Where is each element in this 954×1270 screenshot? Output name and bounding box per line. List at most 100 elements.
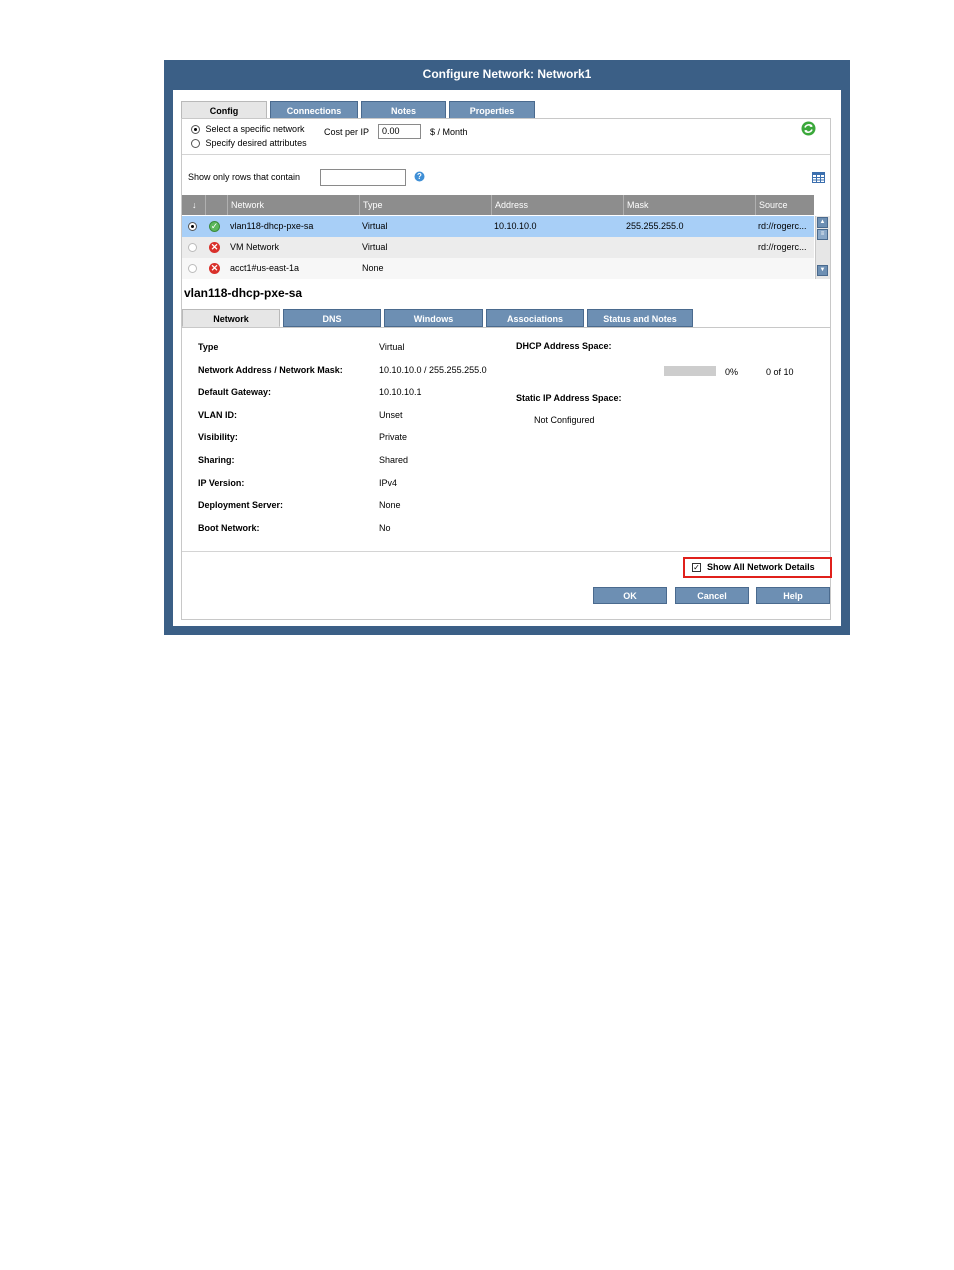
field-label: Type	[198, 342, 219, 352]
col-divider	[755, 195, 756, 215]
table-row[interactable]: ✕ VM Network Virtual rd://rogerc...	[182, 237, 814, 258]
network-grid-header: ↓ Network Type Address Mask Source	[182, 195, 814, 215]
cell-address: 10.10.10.0	[494, 221, 537, 231]
field-value: 10.10.10.1	[379, 387, 422, 397]
config-panel: Select a specific network Specify desire…	[181, 118, 832, 620]
cost-per-ip-input[interactable]: 0.00	[378, 124, 421, 139]
tab-windows[interactable]: Windows	[384, 309, 483, 327]
dhcp-address-space-label: DHCP Address Space:	[516, 341, 612, 351]
dialog-body: Config Connections Notes Properties Sele…	[173, 90, 841, 626]
col-divider	[205, 195, 206, 215]
configure-network-dialog: Configure Network: Network1 Config Conne…	[164, 60, 850, 635]
static-ip-address-space-label: Static IP Address Space:	[516, 393, 622, 403]
col-divider	[491, 195, 492, 215]
cell-network: VM Network	[230, 242, 280, 252]
cell-type: Virtual	[362, 221, 388, 231]
filter-label: Show only rows that contain	[188, 172, 301, 182]
cell-source: rd://rogerc...	[758, 221, 807, 231]
radio-specific-network[interactable]	[191, 125, 200, 135]
show-all-details-checkbox[interactable]: ✓	[692, 563, 701, 572]
cell-type: None	[362, 263, 384, 273]
table-row[interactable]: ✕ acct1#us-east-1a None	[182, 258, 814, 279]
cell-network: acct1#us-east-1a	[230, 263, 300, 273]
status-ok-icon: ✓	[209, 221, 220, 232]
col-divider	[623, 195, 624, 215]
tab-network[interactable]: Network	[182, 309, 280, 327]
cost-per-ip-label: Cost per IP	[324, 127, 370, 137]
field-label: Sharing:	[198, 455, 235, 465]
field-label: IP Version:	[198, 478, 245, 488]
column-chooser-icon[interactable]	[812, 172, 825, 183]
col-source[interactable]: Source	[759, 200, 788, 210]
col-address[interactable]: Address	[495, 200, 528, 210]
field-value: Shared	[379, 455, 409, 465]
dhcp-usage-bar	[664, 366, 716, 376]
field-value: IPv4	[379, 478, 398, 488]
grid-scrollbar[interactable]: ▲ ≡ ▼	[815, 216, 830, 279]
col-divider	[227, 195, 228, 215]
refresh-icon[interactable]	[801, 121, 816, 136]
detail-title: vlan118-dhcp-pxe-sa	[184, 286, 303, 300]
col-mask[interactable]: Mask	[627, 200, 649, 210]
radio-desired-attributes[interactable]	[191, 139, 200, 149]
scroll-up-icon[interactable]: ▲	[817, 217, 828, 228]
dialog-title: Configure Network: Network1	[422, 67, 592, 81]
dhcp-percent: 0%	[725, 367, 739, 377]
detail-tabs: Network DNS Windows Associations Status …	[182, 309, 696, 327]
network-detail-panel: Type Virtual Network Address / Network M…	[182, 327, 830, 552]
field-value: Unset	[379, 410, 403, 420]
tab-notes[interactable]: Notes	[361, 101, 446, 119]
show-all-details-highlight: ✓ Show All Network Details	[683, 557, 832, 578]
cancel-button[interactable]: Cancel	[675, 587, 749, 604]
field-label: Visibility:	[198, 432, 238, 442]
divider	[182, 154, 830, 155]
top-tabs: Config Connections Notes Properties	[181, 101, 538, 119]
tab-associations[interactable]: Associations	[486, 309, 584, 327]
col-divider	[359, 195, 360, 215]
option-attributes-label: Specify desired attributes	[205, 138, 307, 148]
help-icon[interactable]: ?	[414, 171, 425, 182]
tab-properties[interactable]: Properties	[449, 101, 535, 119]
help-button[interactable]: Help	[756, 587, 830, 604]
cell-network: vlan118-dhcp-pxe-sa	[230, 221, 314, 231]
field-label: VLAN ID:	[198, 410, 237, 420]
static-ip-value: Not Configured	[534, 415, 595, 425]
col-network[interactable]: Network	[231, 200, 264, 210]
field-label: Network Address / Network Mask:	[198, 365, 343, 375]
svg-text:?: ?	[417, 172, 422, 181]
tab-dns[interactable]: DNS	[283, 309, 381, 327]
sort-arrow-icon[interactable]: ↓	[192, 200, 197, 210]
dhcp-count: 0 of 10	[766, 367, 794, 377]
filter-input[interactable]	[320, 169, 406, 186]
field-label: Boot Network:	[198, 523, 260, 533]
status-error-icon: ✕	[209, 263, 220, 274]
field-value: Virtual	[379, 342, 405, 352]
row-select-radio[interactable]	[188, 264, 197, 273]
field-label: Default Gateway:	[198, 387, 272, 397]
scroll-thumb[interactable]: ≡	[817, 229, 828, 240]
cell-type: Virtual	[362, 242, 388, 252]
field-value: Private	[379, 432, 408, 442]
ok-button[interactable]: OK	[593, 587, 667, 604]
row-select-radio[interactable]	[188, 243, 197, 252]
cell-mask: 255.255.255.0	[626, 221, 684, 231]
field-value: None	[379, 500, 401, 510]
option-specific-network[interactable]: Select a specific network	[191, 124, 305, 135]
row-select-radio[interactable]	[188, 222, 197, 231]
status-error-icon: ✕	[209, 242, 220, 253]
option-desired-attributes[interactable]: Specify desired attributes	[191, 138, 307, 149]
divider	[182, 551, 830, 552]
option-specific-label: Select a specific network	[205, 124, 305, 134]
cell-source: rd://rogerc...	[758, 242, 807, 252]
table-row[interactable]: ✓ vlan118-dhcp-pxe-sa Virtual 10.10.10.0…	[182, 216, 814, 237]
tab-config[interactable]: Config	[181, 101, 267, 119]
field-value: No	[379, 523, 391, 533]
tab-connections[interactable]: Connections	[270, 101, 358, 119]
show-all-details-label[interactable]: Show All Network Details	[707, 562, 815, 572]
tab-status-and-notes[interactable]: Status and Notes	[587, 309, 693, 327]
cost-unit-label: $ / Month	[430, 127, 468, 137]
col-type[interactable]: Type	[363, 200, 383, 210]
field-label: Deployment Server:	[198, 500, 284, 510]
field-value: 10.10.10.0 / 255.255.255.0	[379, 365, 487, 375]
scroll-down-icon[interactable]: ▼	[817, 265, 828, 276]
